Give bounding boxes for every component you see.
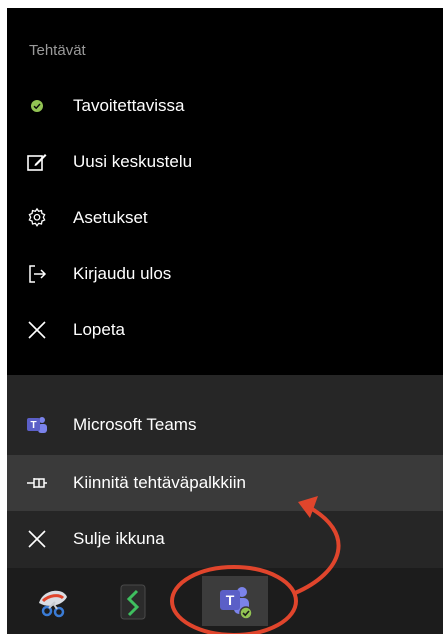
menu-item-label: Uusi keskustelu xyxy=(73,152,193,171)
taskbar: T xyxy=(7,568,443,634)
menu-item-quit[interactable]: Lopeta xyxy=(7,302,443,358)
menu-item-label: Kirjaudu ulos xyxy=(73,264,172,283)
menu-item-available[interactable]: Tavoitettavissa xyxy=(7,78,443,134)
menu-item-new-chat[interactable]: Uusi keskustelu xyxy=(7,134,443,190)
jumplist-panel: T Microsoft Teams Kiinnitä tehtäväpalkki… xyxy=(7,375,443,568)
menu-item-label: Tavoitettavissa xyxy=(73,96,185,115)
jumplist-item-teams[interactable]: T Microsoft Teams xyxy=(7,397,443,453)
teams-taskbar-icon: T xyxy=(220,587,253,620)
menu-item-label: Asetukset xyxy=(73,208,148,227)
taskbar-context-menu: Tehtävät Tavoitettavissa Uusi keskustelu… xyxy=(7,8,443,634)
taskbar-app-green[interactable] xyxy=(107,576,159,626)
section-title: Tehtävät xyxy=(29,42,86,59)
menu-item-label: Lopeta xyxy=(73,320,125,339)
jumplist-item-close-window[interactable]: Sulje ikkuna xyxy=(7,511,443,567)
svg-text:T: T xyxy=(30,420,36,431)
jumplist-item-pin[interactable]: Kiinnitä tehtäväpalkkiin xyxy=(7,455,443,511)
svg-text:T: T xyxy=(226,592,235,608)
pin-icon xyxy=(23,469,51,497)
taskbar-app-teams[interactable]: T xyxy=(202,576,268,626)
menu-item-label: Kiinnitä tehtäväpalkkiin xyxy=(73,473,246,492)
teams-icon: T xyxy=(23,411,51,439)
new-chat-icon xyxy=(23,148,51,176)
gear-icon xyxy=(23,204,51,232)
menu-item-sign-out[interactable]: Kirjaudu ulos xyxy=(7,246,443,302)
menu-item-label: Sulje ikkuna xyxy=(73,529,165,548)
menu-item-settings[interactable]: Asetukset xyxy=(7,190,443,246)
taskbar-app-snipping-tool[interactable] xyxy=(27,576,79,626)
sign-out-icon xyxy=(23,260,51,288)
status-available-icon xyxy=(23,92,51,120)
snipping-tool-icon xyxy=(39,590,67,618)
green-app-icon xyxy=(120,584,146,620)
menu-item-label: Microsoft Teams xyxy=(73,415,197,434)
close-icon xyxy=(23,316,51,344)
close-icon xyxy=(23,525,51,553)
